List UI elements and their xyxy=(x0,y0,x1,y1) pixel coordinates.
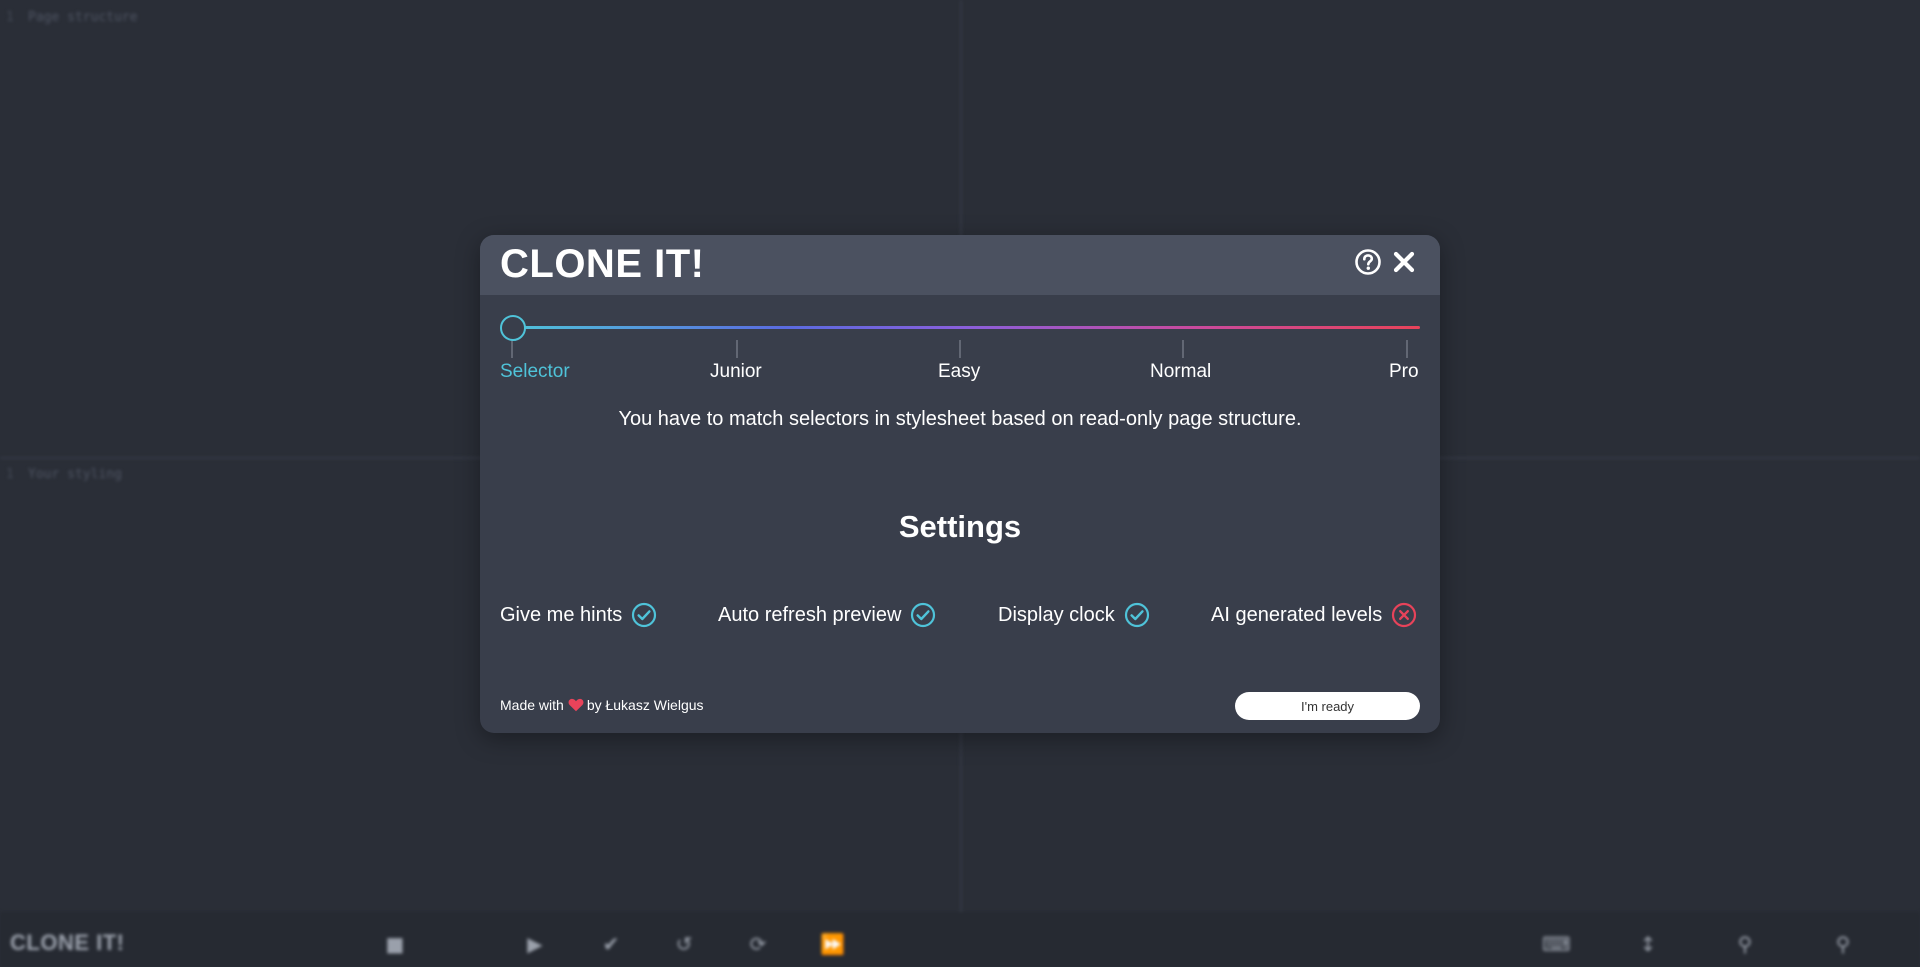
modal-header: CLONE IT! xyxy=(480,235,1440,295)
footer-credit: Made with by Łukasz Wielgus xyxy=(500,697,704,713)
settings-title: Settings xyxy=(898,509,1022,544)
line-number: 1 xyxy=(6,10,14,25)
author-text: by Łukasz Wielgus xyxy=(586,697,704,713)
check-circle-icon[interactable] xyxy=(910,602,936,628)
level-pro[interactable]: Pro xyxy=(1389,361,1419,383)
level-description: You have to match selectors in styleshee… xyxy=(618,408,1302,430)
setting-give-me-hints[interactable]: Give me hints xyxy=(500,600,657,630)
setting-label: Auto refresh preview xyxy=(718,603,902,626)
setting-auto-refresh-preview[interactable]: Auto refresh preview xyxy=(718,600,936,630)
heart-icon xyxy=(568,698,584,712)
bottom-toolbar xyxy=(0,912,1920,967)
keyboard-icon[interactable]: ⌨ xyxy=(1542,932,1571,956)
modal-title: CLONE IT! xyxy=(500,242,705,286)
modal-header-actions xyxy=(1354,248,1418,276)
level-easy[interactable]: Easy xyxy=(938,361,980,383)
styling-editor: 1 Your styling xyxy=(6,467,122,482)
slider-tick xyxy=(1406,340,1408,358)
setting-ai-generated-levels[interactable]: AI generated levels xyxy=(1211,600,1417,630)
setting-label: Display clock xyxy=(998,603,1115,626)
page-structure-placeholder: Page structure xyxy=(28,10,138,25)
zoom-out-icon[interactable]: ⚲ xyxy=(1733,932,1757,956)
start-modal: CLONE IT! Selector Junior Easy Normal Pr… xyxy=(480,235,1440,733)
slider-tick xyxy=(959,340,961,358)
level-selector[interactable]: Selector xyxy=(500,361,570,383)
check-icon[interactable]: ✔ xyxy=(599,932,623,956)
undo-icon[interactable]: ↺ xyxy=(672,932,696,956)
close-icon[interactable] xyxy=(1390,248,1418,276)
made-with-text: Made with xyxy=(500,697,564,713)
stop-icon[interactable]: ■ xyxy=(383,932,407,956)
setting-label: AI generated levels xyxy=(1211,603,1383,626)
refresh-icon[interactable]: ⟳ xyxy=(746,932,770,956)
slider-tick xyxy=(736,340,738,358)
check-circle-icon[interactable] xyxy=(631,602,657,628)
setting-label: Give me hints xyxy=(500,603,623,626)
help-icon[interactable] xyxy=(1354,248,1382,276)
slider-track[interactable] xyxy=(512,326,1420,329)
slider-tick xyxy=(511,340,513,358)
zoom-in-icon[interactable]: ⚲ xyxy=(1831,932,1855,956)
page-structure-editor: 1 Page structure xyxy=(6,10,138,25)
setting-display-clock[interactable]: Display clock xyxy=(998,600,1150,630)
x-circle-icon[interactable] xyxy=(1391,602,1417,628)
play-icon[interactable]: ▶ xyxy=(523,932,547,956)
bottom-logo: CLONE IT! xyxy=(10,930,125,955)
check-circle-icon[interactable] xyxy=(1124,602,1150,628)
slider-tick xyxy=(1182,340,1184,358)
fast-forward-icon[interactable]: ⏩ xyxy=(820,932,845,956)
vertical-resize-icon[interactable]: ↕ xyxy=(1636,932,1660,956)
difficulty-slider[interactable]: Selector Junior Easy Normal Pro xyxy=(500,300,1420,382)
im-ready-button[interactable]: I'm ready xyxy=(1235,692,1420,720)
level-normal[interactable]: Normal xyxy=(1150,361,1211,383)
line-number: 1 xyxy=(6,467,14,482)
slider-thumb[interactable] xyxy=(500,315,526,341)
styling-placeholder: Your styling xyxy=(28,467,122,482)
level-junior[interactable]: Junior xyxy=(710,361,762,383)
